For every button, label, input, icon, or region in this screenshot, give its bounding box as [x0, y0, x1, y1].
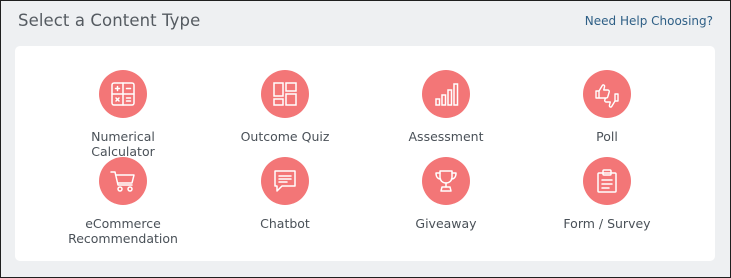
- calculator-icon: [111, 82, 135, 106]
- content-type-assessment[interactable]: Assessment: [361, 70, 531, 144]
- assessment-icon-circle: [422, 70, 470, 118]
- poll-icon-circle: [583, 70, 631, 118]
- chatbot-icon-circle: [261, 157, 309, 205]
- content-type-label: Giveaway: [415, 216, 477, 231]
- content-type-outcome-quiz[interactable]: Outcome Quiz: [200, 70, 370, 144]
- content-type-ecommerce-recommendation[interactable]: eCommerce Recommendation: [38, 157, 208, 246]
- need-help-link[interactable]: Need Help Choosing?: [585, 14, 713, 28]
- shopping-cart-icon: [110, 171, 135, 192]
- content-type-label: Form / Survey: [563, 216, 651, 231]
- content-type-card: Numerical Calculator Outcome Quiz Assess…: [15, 46, 715, 261]
- giveaway-icon-circle: [422, 157, 470, 205]
- content-type-selector: Select a Content Type Need Help Choosing…: [0, 0, 731, 278]
- content-type-grid: Numerical Calculator Outcome Quiz Assess…: [15, 46, 715, 261]
- content-type-label: eCommerce Recommendation: [68, 216, 178, 246]
- quiz-layout-icon: [273, 82, 297, 106]
- bar-chart-icon: [435, 83, 459, 106]
- content-type-form-survey[interactable]: Form / Survey: [522, 157, 692, 231]
- content-type-label: Outcome Quiz: [240, 129, 330, 144]
- content-type-numerical-calculator[interactable]: Numerical Calculator: [38, 70, 208, 159]
- clipboard-icon: [597, 169, 617, 193]
- content-type-chatbot[interactable]: Chatbot: [200, 157, 370, 231]
- content-type-label: Assessment: [408, 129, 484, 144]
- form-icon-circle: [583, 157, 631, 205]
- content-type-label: Poll: [596, 129, 618, 144]
- ecommerce-icon-circle: [99, 157, 147, 205]
- content-type-label: Chatbot: [260, 216, 310, 231]
- content-type-label: Numerical Calculator: [91, 129, 155, 159]
- quiz-icon-circle: [261, 70, 309, 118]
- header: Select a Content Type Need Help Choosing…: [18, 10, 713, 36]
- calculator-icon-circle: [99, 70, 147, 118]
- content-type-poll[interactable]: Poll: [522, 70, 692, 144]
- thumbs-up-down-icon: [595, 84, 619, 108]
- trophy-icon: [435, 170, 457, 192]
- chat-bubble-icon: [274, 170, 296, 192]
- content-type-giveaway[interactable]: Giveaway: [361, 157, 531, 231]
- page-title: Select a Content Type: [18, 11, 201, 30]
